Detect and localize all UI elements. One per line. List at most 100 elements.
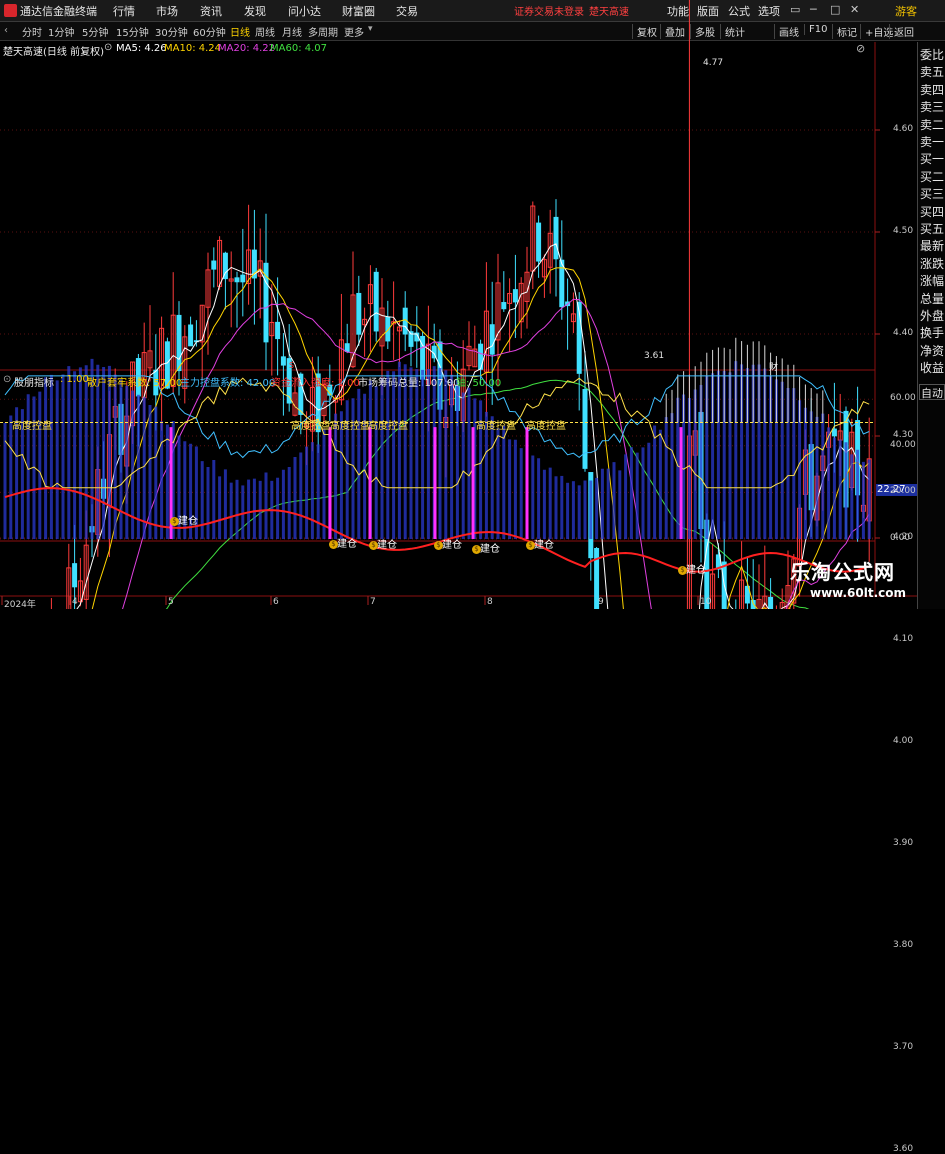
side-item-12[interactable]: 涨跌	[920, 255, 944, 272]
indicator-param-retail: 散户套牢系数: 57.00	[87, 378, 183, 389]
side-item-0[interactable]: 委比	[920, 46, 944, 63]
side-item-1[interactable]: 卖五	[920, 63, 944, 80]
control-label: 高度控盘	[12, 421, 52, 432]
indicator-tick: 40.00	[890, 439, 916, 450]
price-tick: 3.70	[893, 1042, 914, 1052]
side-item-14[interactable]: 总量	[920, 290, 944, 307]
side-item-5[interactable]: 卖一	[920, 133, 944, 150]
ma10-label: MA10: 4.24	[164, 43, 222, 54]
candle-body	[188, 324, 194, 347]
watermark-url: www.60lt.com	[810, 586, 907, 600]
ma5-label: MA5: 4.26	[116, 43, 167, 54]
indicator-tick: 60.00	[890, 393, 916, 404]
build-position-label: 建仓	[534, 540, 554, 551]
date-tick: 9	[598, 597, 604, 607]
indicator-toggle-icon[interactable]: ⊙	[3, 374, 11, 385]
control-label: 高度控盘	[291, 421, 331, 432]
finance-marker: 财	[769, 363, 779, 373]
control-label: 高度控盘	[330, 421, 370, 432]
price-tick: 3.60	[893, 1144, 914, 1154]
build-position-label: 建仓	[377, 540, 397, 551]
control-label: 高度控盘	[526, 421, 566, 432]
candle-body	[536, 222, 542, 262]
side-item-10[interactable]: 买五	[920, 220, 944, 237]
pin-icon[interactable]: ⊘	[856, 42, 865, 55]
candle-body	[176, 314, 182, 372]
candle-body	[234, 277, 240, 283]
build-position-label: 建仓	[686, 565, 706, 576]
indicator-param-axis: 轴: 50.00	[456, 378, 502, 389]
side-item-11[interactable]: 最新	[920, 237, 944, 254]
candle-body	[240, 274, 246, 283]
date-tick: 7	[370, 597, 376, 607]
control-label: 高度控盘	[368, 421, 408, 432]
kline-chart[interactable]	[0, 0, 917, 609]
s-marker: S	[289, 361, 295, 370]
price-tick: 4.10	[893, 634, 914, 644]
date-tick: 10	[700, 597, 712, 607]
price-tick: 4.30	[893, 430, 914, 440]
side-item-4[interactable]: 卖二	[920, 116, 944, 133]
indicator-param-inflow: 资金流入强度: 1.00	[271, 378, 360, 389]
side-item-7[interactable]: 买二	[920, 168, 944, 185]
date-tick: 6	[273, 597, 279, 607]
side-item-2[interactable]: 卖四	[920, 81, 944, 98]
high-price-label: 4.77	[703, 58, 724, 68]
side-item-6[interactable]: 买一	[920, 150, 944, 167]
side-item-9[interactable]: 买四	[920, 203, 944, 220]
build-position-label: 建仓	[337, 539, 357, 550]
indicator-tick: 20.00	[890, 486, 916, 497]
candle-body	[373, 271, 379, 332]
date-tick: 8	[487, 597, 493, 607]
candle-body	[831, 428, 837, 437]
price-tick: 3.80	[893, 940, 914, 950]
date-tick: 5	[168, 597, 174, 607]
build-position-label: 建仓	[442, 540, 462, 551]
date-tick: 2024年	[4, 600, 36, 610]
candle-body	[344, 343, 350, 352]
price-tick: 4.50	[893, 226, 914, 236]
inflow-line	[4, 487, 870, 573]
ma5-path	[76, 243, 870, 609]
side-item-8[interactable]: 买三	[920, 185, 944, 202]
side-item-15[interactable]: 外盘	[920, 307, 944, 324]
candle-body	[280, 356, 286, 366]
price-tick: 4.00	[893, 736, 914, 746]
indicator-param-1: : 1.00	[60, 374, 89, 385]
indicator-tick: 0.00	[890, 533, 911, 543]
side-item-3[interactable]: 卖三	[920, 98, 944, 115]
date-tick: 4	[72, 597, 78, 607]
candle-body	[582, 389, 588, 469]
side-item-17[interactable]: 净资	[920, 342, 944, 359]
candle-body	[768, 596, 774, 609]
control-label: 高度控盘	[476, 421, 516, 432]
side-item-13[interactable]: 涨幅	[920, 272, 944, 289]
candle-body	[501, 302, 507, 310]
quote-side-panel: 委比 卖五 卖四 卖三 卖二 卖一 买一 买二 买三 买四 买五 最新 涨跌 涨幅 总量 外盘 换手 净资 收益 自…	[917, 42, 945, 609]
side-item-16[interactable]: 换手	[920, 324, 944, 341]
indicator-param-control: 主力控盘系数: 42.00	[180, 378, 276, 389]
ma20-label: MA20: 4.22	[218, 43, 276, 54]
ma60-label: MA60: 4.07	[270, 43, 328, 54]
candle-body	[356, 292, 362, 335]
side-item-18[interactable]: 收益	[920, 359, 944, 376]
ma10-path	[91, 267, 870, 609]
ma-lines	[76, 243, 870, 609]
build-position-label: 建仓	[480, 544, 500, 555]
stock-title: 楚天高速(日线 前复权)	[3, 47, 104, 58]
build-position-label: 建仓	[178, 516, 198, 527]
price-tick: 4.60	[893, 124, 914, 134]
price-tick: 4.40	[893, 328, 914, 338]
candle-body	[211, 260, 217, 270]
auto-button[interactable]: 自动	[919, 384, 945, 400]
candle-body	[275, 321, 281, 340]
candle-body	[512, 289, 518, 303]
price-tick: 3.90	[893, 838, 914, 848]
watermark-title: 乐淘公式网	[790, 560, 895, 584]
collapse-icon[interactable]: ⊙	[104, 42, 112, 53]
candle-body	[72, 563, 78, 588]
candle-body	[489, 324, 495, 355]
candle-body	[559, 259, 565, 308]
candle-body	[553, 216, 559, 260]
indicator-name[interactable]: 股朋指标	[14, 374, 54, 389]
